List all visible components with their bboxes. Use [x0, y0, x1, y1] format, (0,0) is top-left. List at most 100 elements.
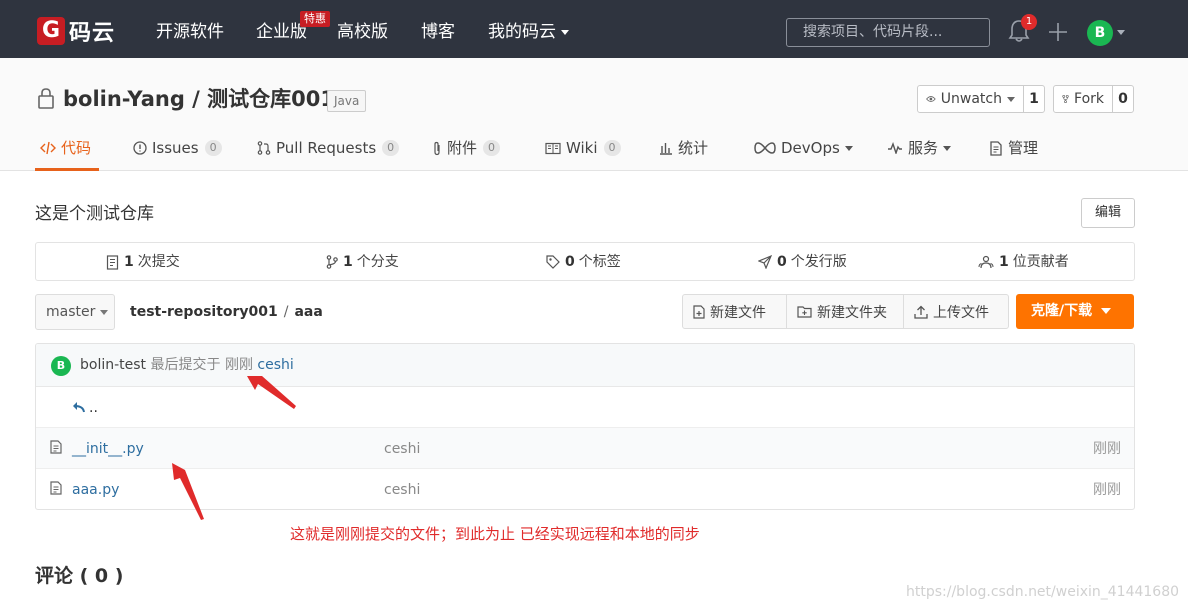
last-commit-row: B bolin-test 最后提交于 刚刚 ceshi — [36, 344, 1134, 387]
branch-icon — [326, 255, 338, 269]
repo-description: 这是个测试仓库 — [35, 204, 154, 224]
fork-icon — [1062, 94, 1069, 104]
chevron-down-icon — [844, 145, 853, 151]
watermark: https://blog.csdn.net/weixin_41441680 — [906, 584, 1180, 600]
stat-contributors[interactable]: 1 位贡献者 — [978, 253, 1069, 271]
issue-icon — [133, 141, 147, 155]
last-commit-prefix: 最后提交于 — [150, 357, 221, 373]
bar-chart-icon — [660, 143, 672, 155]
stat-releases[interactable]: 0 个发行版 — [758, 253, 847, 271]
last-commit-message[interactable]: ceshi — [257, 357, 293, 373]
lock-icon — [38, 88, 54, 109]
new-file-icon — [693, 304, 705, 319]
unwatch-button[interactable]: Unwatch — [918, 86, 1024, 112]
branch-selector[interactable]: master — [35, 294, 115, 330]
plus-icon[interactable] — [1048, 22, 1068, 42]
file-commit-message[interactable]: ceshi — [384, 481, 420, 499]
users-icon — [978, 255, 994, 269]
logo-mark: G — [37, 17, 65, 45]
new-folder-label: 新建文件夹 — [817, 304, 887, 321]
contributor-count: 1 — [999, 254, 1009, 270]
repo-stats-bar: 1 次提交 1 个分支 0 个标签 0 个发行版 1 位贡献者 — [35, 242, 1135, 281]
infinity-icon — [754, 142, 776, 154]
tab-devops[interactable]: DevOps — [754, 138, 853, 158]
fork-button[interactable]: Fork — [1054, 86, 1113, 112]
committer-avatar[interactable]: B — [51, 356, 71, 376]
watch-count[interactable]: 1 — [1024, 86, 1044, 112]
tag-icon — [546, 255, 560, 269]
tab-code[interactable]: 代码 — [40, 138, 91, 158]
new-file-label: 新建文件 — [710, 304, 766, 321]
parent-directory-row[interactable]: .. — [36, 387, 1134, 428]
parent-directory-link[interactable]: .. — [89, 399, 98, 417]
code-icon — [40, 141, 56, 155]
nav-open-source[interactable]: 开源软件 — [156, 21, 224, 43]
file-list: B bolin-test 最后提交于 刚刚 ceshi .. __init__.… — [35, 343, 1135, 510]
nav-blog[interactable]: 博客 — [421, 21, 455, 43]
repo-title[interactable]: bolin-Yang / 测试仓库001 — [63, 85, 335, 113]
upload-file-label: 上传文件 — [933, 304, 989, 321]
tab-manage[interactable]: 管理 — [989, 138, 1038, 158]
tab-statistics-label: 统计 — [678, 139, 709, 157]
breadcrumb-root[interactable]: test-repository001 — [130, 304, 278, 320]
nav-my-gitee[interactable]: 我的码云 — [488, 21, 569, 43]
table-row[interactable]: aaa.py ceshi 刚刚 — [36, 469, 1134, 509]
clone-download-label: 克隆/下载 — [1031, 303, 1093, 319]
file-icon — [50, 481, 62, 495]
fork-button-group[interactable]: Fork 0 — [1053, 85, 1134, 113]
tab-issues-label: Issues — [152, 139, 199, 157]
branch-name: master — [46, 304, 96, 320]
chevron-down-icon — [943, 145, 952, 151]
file-name[interactable]: __init__.py — [72, 440, 144, 458]
file-commit-time: 刚刚 — [1093, 441, 1121, 457]
file-name[interactable]: aaa.py — [72, 481, 119, 499]
watch-button-group[interactable]: Unwatch 1 — [917, 85, 1045, 113]
file-commit-time: 刚刚 — [1093, 482, 1121, 498]
gitee-logo[interactable]: G 码云 — [37, 17, 116, 46]
branch-count: 1 — [343, 254, 353, 270]
tab-manage-label: 管理 — [1008, 139, 1039, 157]
committer-name[interactable]: bolin-test — [80, 357, 146, 373]
tab-attachments[interactable]: 附件 0 — [432, 138, 501, 158]
contributor-label: 位贡献者 — [1012, 254, 1069, 270]
document-settings-icon — [990, 140, 1002, 156]
fork-label: Fork — [1074, 91, 1104, 107]
tab-services[interactable]: 服务 — [887, 138, 952, 158]
table-row[interactable]: __init__.py ceshi 刚刚 — [36, 428, 1134, 469]
breadcrumb: test-repository001 / aaa — [130, 303, 323, 321]
search-input[interactable]: 搜索项目、代码片段... — [786, 18, 990, 47]
chevron-down-icon — [1007, 96, 1015, 102]
tab-statistics[interactable]: 统计 — [659, 138, 708, 158]
upload-file-button[interactable]: 上传文件 — [904, 295, 1008, 328]
tab-devops-label: DevOps — [781, 139, 840, 157]
logo-text: 码云 — [69, 21, 116, 46]
new-folder-button[interactable]: 新建文件夹 — [787, 295, 904, 328]
user-avatar[interactable]: B — [1087, 20, 1113, 46]
breadcrumb-current: aaa — [294, 304, 323, 320]
tab-pr-label: Pull Requests — [276, 139, 377, 157]
tab-issues[interactable]: Issues 0 — [133, 138, 222, 158]
tab-wiki-count: 0 — [603, 140, 621, 156]
pull-request-icon — [257, 141, 271, 155]
stat-commits[interactable]: 1 次提交 — [106, 253, 180, 271]
new-folder-icon — [797, 306, 812, 318]
file-icon — [50, 440, 62, 454]
tab-wiki[interactable]: Wiki 0 — [545, 138, 621, 158]
reply-arrow-icon — [73, 402, 85, 413]
chevron-down-icon[interactable] — [1117, 30, 1125, 35]
paperclip-icon — [434, 141, 440, 155]
nav-education[interactable]: 高校版 — [337, 21, 388, 43]
stat-branches[interactable]: 1 个分支 — [326, 253, 399, 271]
upload-icon — [914, 305, 928, 319]
fork-count[interactable]: 0 — [1113, 86, 1133, 112]
stat-tags[interactable]: 0 个标签 — [546, 253, 621, 271]
edit-description-button[interactable]: 编辑 — [1081, 198, 1135, 228]
commit-label: 次提交 — [137, 254, 180, 270]
new-file-button[interactable]: 新建文件 — [683, 295, 787, 328]
clone-download-button[interactable]: 克隆/下载 — [1016, 294, 1134, 329]
file-commit-message[interactable]: ceshi — [384, 440, 420, 458]
chevron-down-icon — [561, 29, 569, 35]
nav-my-gitee-label: 我的码云 — [488, 22, 556, 42]
tab-pull-requests[interactable]: Pull Requests 0 — [257, 138, 400, 158]
branch-label: 个分支 — [356, 254, 399, 270]
